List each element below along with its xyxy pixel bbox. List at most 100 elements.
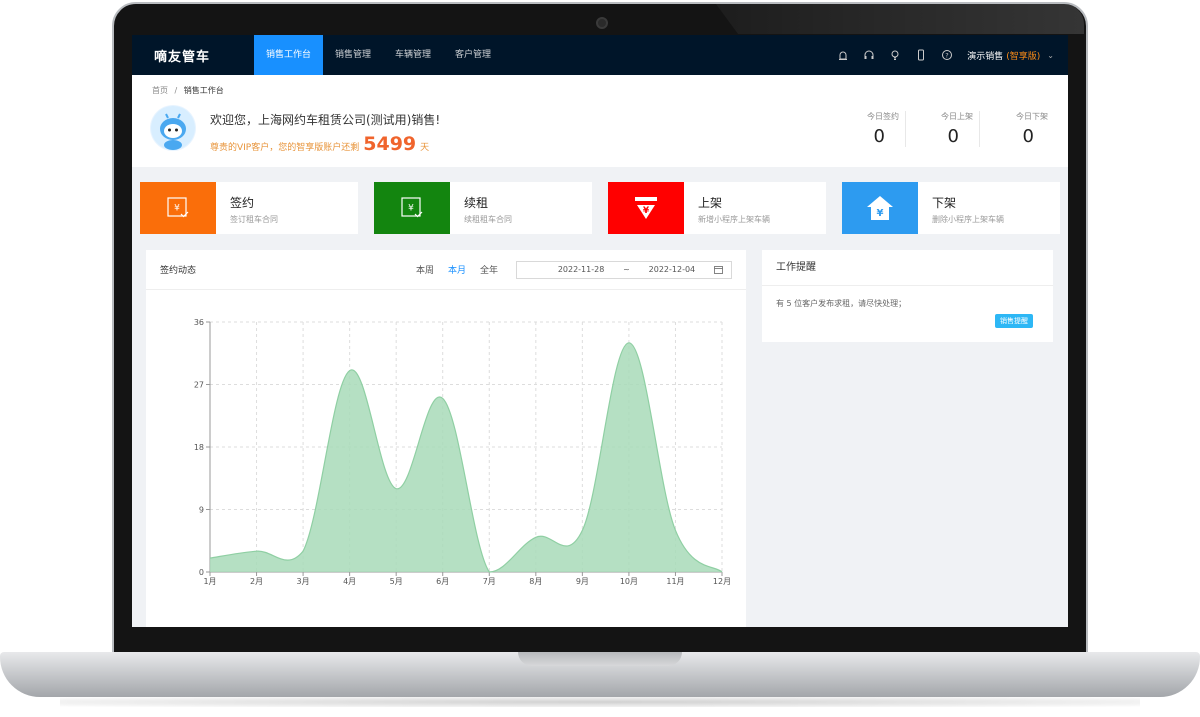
laptop-frame: 嘀友管车 销售工作台 销售管理 车辆管理 客户管理 ? 演示销售 (智享版) ⌄ bbox=[0, 0, 1200, 717]
action-title: 签约 bbox=[230, 196, 255, 210]
action-title: 下架 bbox=[932, 196, 957, 210]
avatar[interactable] bbox=[150, 105, 196, 151]
x-tick-label: 4月 bbox=[343, 577, 356, 586]
x-tick-label: 10月 bbox=[620, 577, 638, 586]
nav-item-sales-management[interactable]: 销售管理 bbox=[323, 35, 383, 75]
chart-panel-header: 签约动态 本周 本月 全年 2022-11-28 ~ 2022-12-04 bbox=[146, 250, 746, 290]
sign-trend-chart: 0 9 18 27 36 1月 2月 3月 4月 5月 6月 7月 8月 9月 10月 11月 12月 bbox=[194, 318, 731, 586]
nav-item-sales-workbench[interactable]: 销售工作台 bbox=[254, 35, 324, 75]
user-name: 演示销售 bbox=[967, 51, 1004, 62]
stat-label: 今日签约 bbox=[867, 112, 899, 121]
user-tier: (智享版) bbox=[1006, 51, 1041, 62]
x-tick-label: 11月 bbox=[666, 577, 684, 586]
sales-reminder-badge[interactable]: 销售提醒 bbox=[995, 314, 1033, 328]
svg-text:¥: ¥ bbox=[877, 208, 884, 219]
stat-today-signed: 今日签约 0 bbox=[832, 111, 906, 147]
action-title: 续租 bbox=[464, 196, 489, 210]
x-tick-label: 1月 bbox=[203, 577, 216, 586]
action-subtitle: 续租租车合同 bbox=[464, 215, 512, 224]
app-logo[interactable]: 嘀友管车 bbox=[132, 46, 254, 65]
bulb-icon[interactable] bbox=[889, 49, 901, 61]
y-tick-label: 9 bbox=[199, 506, 204, 515]
y-tick-label: 18 bbox=[194, 443, 204, 452]
stat-label: 今日上架 bbox=[941, 112, 973, 121]
yen-down-arrow-icon: ¥ bbox=[608, 182, 684, 234]
date-separator: ~ bbox=[623, 265, 630, 274]
calendar-icon bbox=[714, 266, 723, 274]
breadcrumb-current: 销售工作台 bbox=[183, 86, 224, 95]
headset-icon[interactable] bbox=[863, 49, 875, 61]
x-tick-label: 12月 bbox=[713, 577, 731, 586]
y-tick-label: 0 bbox=[199, 568, 204, 577]
svg-text:?: ? bbox=[946, 51, 949, 59]
period-this-month[interactable]: 本月 bbox=[448, 263, 466, 276]
period-full-year[interactable]: 全年 bbox=[480, 263, 498, 276]
robot-avatar-icon bbox=[151, 106, 195, 150]
work-reminder-panel: 工作提醒 有 5 位客户发布求租，请尽快处理； 销售提醒 bbox=[762, 250, 1053, 342]
user-menu[interactable]: 演示销售 (智享版) ⌄ bbox=[967, 49, 1054, 62]
vip-days-remaining: 5499 bbox=[363, 133, 417, 155]
series-area bbox=[210, 342, 722, 572]
help-icon[interactable]: ? bbox=[941, 49, 953, 61]
welcome-message: 欢迎您，上海网约车租赁公司(测试用)销售! bbox=[210, 113, 441, 127]
svg-text:¥: ¥ bbox=[174, 204, 180, 214]
lid-reflection bbox=[716, 4, 1084, 34]
svg-text:¥: ¥ bbox=[643, 206, 650, 216]
x-tick-label: 9月 bbox=[576, 577, 589, 586]
chart-panel-title: 签约动态 bbox=[160, 266, 197, 276]
y-tick-label: 27 bbox=[194, 381, 204, 390]
action-card-delist[interactable]: ¥ 下架 删除小程序上架车辆 bbox=[842, 182, 1060, 234]
nav-item-vehicle-management[interactable]: 车辆管理 bbox=[383, 35, 443, 75]
breadcrumb-home[interactable]: 首页 bbox=[152, 86, 168, 95]
laptop-shadow bbox=[60, 697, 1140, 707]
quick-actions: ¥ 签约 签订租车合同 ¥ 续租 续租租车合同 ¥ 上架 新增小程序上架车辆 ¥… bbox=[140, 182, 1060, 234]
reminder-title: 工作提醒 bbox=[762, 250, 1053, 286]
app-screen: 嘀友管车 销售工作台 销售管理 车辆管理 客户管理 ? 演示销售 (智享版) ⌄ bbox=[132, 35, 1068, 627]
sign-trend-panel: 签约动态 本周 本月 全年 2022-11-28 ~ 2022-12-04 0 9… bbox=[146, 250, 746, 627]
nav-right-tools: ? 演示销售 (智享版) ⌄ bbox=[837, 49, 1068, 62]
welcome-header: 首页 / 销售工作台 欢迎您，上海网约车租赁公司(测试用)销售! 尊贵的VIP客… bbox=[132, 75, 1068, 167]
x-tick-label: 6月 bbox=[436, 577, 449, 586]
nav-item-customer-management[interactable]: 客户管理 bbox=[443, 35, 503, 75]
breadcrumb-separator: / bbox=[174, 86, 178, 95]
action-subtitle: 删除小程序上架车辆 bbox=[932, 215, 1004, 224]
action-card-list[interactable]: ¥ 上架 新增小程序上架车辆 bbox=[608, 182, 826, 234]
stat-today-listed: 今日上架 0 bbox=[906, 111, 980, 147]
stat-today-delisted: 今日下架 0 bbox=[980, 111, 1054, 147]
date-range-picker[interactable]: 2022-11-28 ~ 2022-12-04 bbox=[516, 260, 732, 279]
x-tick-label: 2月 bbox=[250, 577, 263, 586]
reminder-text: 有 5 位客户发布求租，请尽快处理； bbox=[776, 299, 907, 308]
renew-yen-icon: ¥ bbox=[374, 182, 450, 234]
chevron-down-icon: ⌄ bbox=[1047, 50, 1054, 60]
alarm-icon[interactable] bbox=[837, 49, 849, 61]
action-title: 上架 bbox=[698, 196, 723, 210]
contract-yen-icon: ¥ bbox=[140, 182, 216, 234]
action-card-renew[interactable]: ¥ 续租 续租租车合同 bbox=[374, 182, 592, 234]
period-switcher: 本周 本月 全年 2022-11-28 ~ 2022-12-04 bbox=[416, 260, 732, 279]
breadcrumb: 首页 / 销售工作台 bbox=[152, 85, 224, 96]
x-tick-label: 7月 bbox=[483, 577, 496, 586]
stat-label: 今日下架 bbox=[1016, 112, 1048, 121]
action-card-sign[interactable]: ¥ 签约 签订租车合同 bbox=[140, 182, 358, 234]
stat-value: 0 bbox=[873, 126, 885, 147]
camera-icon bbox=[596, 17, 608, 29]
house-yen-icon: ¥ bbox=[842, 182, 918, 234]
date-end: 2022-12-04 bbox=[648, 265, 696, 274]
today-stats: 今日签约 0 今日上架 0 今日下架 0 bbox=[832, 111, 1054, 147]
x-tick-label: 3月 bbox=[297, 577, 310, 586]
action-subtitle: 签订租车合同 bbox=[230, 215, 278, 224]
stat-value: 0 bbox=[947, 126, 959, 147]
svg-text:¥: ¥ bbox=[408, 204, 414, 214]
y-tick-label: 36 bbox=[194, 318, 204, 327]
action-subtitle: 新增小程序上架车辆 bbox=[698, 215, 770, 224]
laptop-notch bbox=[518, 652, 682, 666]
date-start: 2022-11-28 bbox=[557, 265, 605, 274]
x-tick-label: 8月 bbox=[529, 577, 542, 586]
vip-days-unit: 天 bbox=[420, 143, 430, 153]
vip-info: 尊贵的VIP客户，您的智享版账户还剩 5499 天 bbox=[210, 133, 429, 155]
top-nav: 嘀友管车 销售工作台 销售管理 车辆管理 客户管理 ? 演示销售 (智享版) ⌄ bbox=[132, 35, 1068, 75]
period-this-week[interactable]: 本周 bbox=[416, 263, 434, 276]
stat-value: 0 bbox=[1022, 126, 1034, 147]
phone-icon[interactable] bbox=[915, 49, 927, 61]
vip-prefix: 尊贵的VIP客户，您的智享版账户还剩 bbox=[210, 143, 360, 153]
